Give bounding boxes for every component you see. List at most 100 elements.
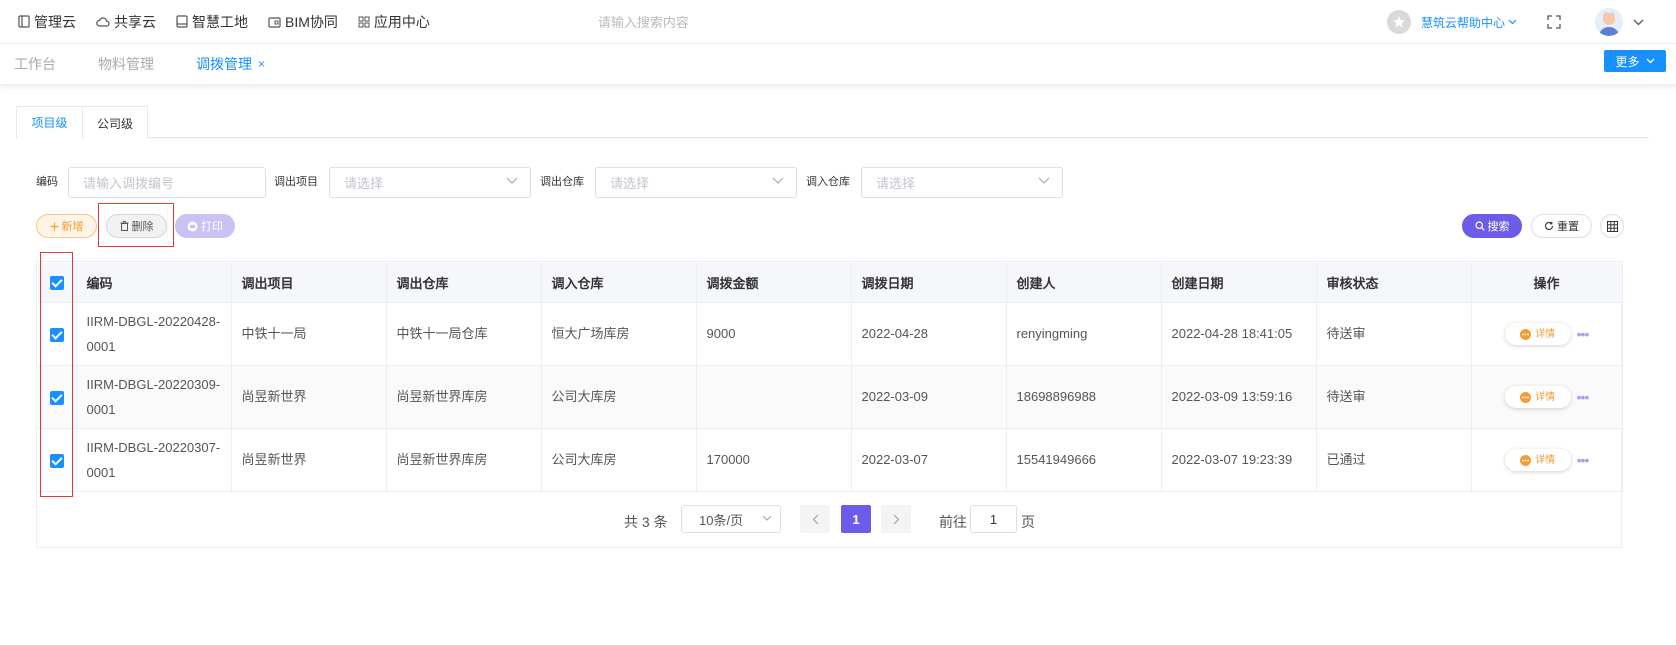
cell-in-warehouse: 公司大库房: [541, 365, 697, 429]
code-filter-input[interactable]: 请输入调拨编号: [68, 167, 266, 198]
cell-status: 已通过: [1316, 428, 1472, 492]
more-button-label: 更多: [1615, 54, 1640, 69]
next-page-button[interactable]: [881, 505, 911, 533]
cell-creator: renyingming: [1006, 302, 1162, 366]
cell-actions: 详情 •••: [1471, 302, 1623, 366]
code-filter-label: 编码: [36, 176, 58, 188]
chevron-left-icon: [812, 514, 819, 525]
add-button[interactable]: 新增: [36, 214, 97, 238]
page-tabs-bar: 工作台 物料管理 调拨管理 × 更多: [0, 44, 1676, 84]
tab-workbench[interactable]: 工作台: [14, 54, 56, 74]
cell-date: 2022-03-07: [851, 428, 1007, 492]
page-number-current[interactable]: 1: [841, 505, 871, 533]
tab-company-level[interactable]: 公司级: [82, 106, 148, 139]
nav-item-smart-site[interactable]: 智慧工地: [176, 12, 248, 32]
close-icon[interactable]: ×: [258, 57, 265, 71]
more-button[interactable]: 更多: [1604, 50, 1666, 72]
column-header-date: 调拨日期: [851, 263, 1007, 303]
column-settings-icon[interactable]: [1600, 214, 1624, 238]
search-button[interactable]: 搜索: [1462, 214, 1522, 238]
cell-date: 2022-03-09: [851, 365, 1007, 429]
cell-out-warehouse: 尚昱新世界库房: [386, 428, 542, 492]
column-header-out-project: 调出项目: [231, 263, 387, 303]
detail-button[interactable]: 详情: [1504, 386, 1571, 409]
nav-item-label: BIM协同: [285, 13, 338, 30]
search-icon: [1474, 221, 1485, 231]
printer-icon: [187, 221, 198, 232]
more-actions-icon[interactable]: •••: [1577, 322, 1590, 347]
print-button-label: 打印: [201, 221, 223, 233]
detail-button[interactable]: 详情: [1504, 323, 1571, 346]
cell-out-warehouse: 尚昱新世界库房: [386, 365, 542, 429]
chevron-down-icon: [762, 515, 772, 522]
tab-transfer-management[interactable]: 调拨管理: [196, 54, 252, 74]
cell-created: 2022-03-07 19:23:39: [1161, 428, 1317, 492]
book-icon: [18, 15, 30, 28]
user-avatar[interactable]: [1595, 8, 1623, 36]
more-circle-icon: [1520, 328, 1532, 340]
cell-actions: 详情 •••: [1471, 365, 1623, 429]
out-project-select[interactable]: 请选择: [329, 167, 531, 198]
help-center-link[interactable]: 慧筑云帮助中心: [1421, 14, 1517, 31]
cell-code: IIRM-DBGL-20220307-0001: [76, 428, 232, 492]
nav-item-management-cloud[interactable]: 管理云: [18, 12, 76, 32]
cell-out-project: 中铁十一局: [231, 302, 387, 366]
top-nav: 管理云 共享云 智慧工地 BIM协同 应用中心: [18, 12, 450, 32]
column-header-created: 创建日期: [1161, 263, 1317, 303]
nav-item-label: 共享云: [114, 13, 156, 30]
tab-project-level[interactable]: 项目级: [16, 106, 83, 139]
cell-out-warehouse: 中铁十一局仓库: [386, 302, 542, 366]
chevron-down-icon: [772, 177, 784, 185]
print-button[interactable]: 打印: [175, 214, 235, 238]
detail-button-label: 详情: [1535, 391, 1556, 403]
nav-item-share-cloud[interactable]: 共享云: [96, 12, 156, 32]
cell-date: 2022-04-28: [851, 302, 1007, 366]
goto-label: 前往: [939, 514, 967, 530]
help-center-label: 慧筑云帮助中心: [1420, 15, 1505, 30]
out-warehouse-select[interactable]: 请选择: [595, 167, 797, 198]
cloud-icon: [96, 16, 110, 28]
level-tabs: 项目级 公司级: [16, 106, 1649, 139]
cell-out-project: 尚昱新世界: [231, 365, 387, 429]
nav-item-bim[interactable]: BIM协同: [268, 12, 338, 32]
table-row: IIRM-DBGL-20220307-0001 尚昱新世界 尚昱新世界库房 公司…: [38, 428, 1623, 492]
chevron-down-icon[interactable]: [1633, 19, 1644, 26]
more-actions-icon[interactable]: •••: [1577, 448, 1590, 473]
cell-created: 2022-03-09 13:59:16: [1161, 365, 1317, 429]
column-header-code: 编码: [76, 263, 232, 303]
search-button-label: 搜索: [1487, 221, 1510, 233]
in-warehouse-filter-label: 调入仓库: [806, 176, 850, 188]
add-button-label: 新增: [61, 221, 84, 233]
goto-page-input[interactable]: 1: [970, 505, 1017, 533]
cell-code: IIRM-DBGL-20220428-0001: [76, 302, 232, 366]
prev-page-button[interactable]: [800, 505, 830, 533]
cell-status: 待送审: [1316, 365, 1472, 429]
fullscreen-icon[interactable]: [1547, 15, 1561, 29]
cell-amount: 9000: [696, 302, 852, 366]
plus-icon: [50, 222, 59, 231]
page-suffix-label: 页: [1021, 514, 1035, 530]
out-project-filter-label: 调出项目: [274, 176, 318, 188]
cell-amount: [696, 365, 852, 429]
reset-button[interactable]: 重置: [1531, 214, 1592, 238]
table-header-row: 编码 调出项目 调出仓库 调入仓库 调拨金额 调拨日期 创建人 创建日期 审核状…: [38, 263, 1623, 303]
nav-item-app-center[interactable]: 应用中心: [358, 12, 430, 32]
cell-creator: 18698896988: [1006, 365, 1162, 429]
column-header-amount: 调拨金额: [696, 263, 852, 303]
tab-material-management[interactable]: 物料管理: [98, 54, 154, 74]
delete-highlight-box: [98, 203, 174, 247]
top-right-area: 慧筑云帮助中心: [1386, 0, 1676, 44]
book-icon: [176, 15, 188, 28]
nav-item-label: 应用中心: [373, 13, 430, 30]
page-size-select[interactable]: 10条/页: [681, 505, 781, 533]
reset-button-label: 重置: [1557, 221, 1579, 233]
global-search-input[interactable]: 请输入搜索内容: [598, 12, 689, 31]
detail-button[interactable]: 详情: [1504, 449, 1571, 472]
cell-actions: 详情 •••: [1471, 428, 1623, 492]
in-warehouse-select[interactable]: 请选择: [861, 167, 1063, 198]
cell-amount: 170000: [696, 428, 852, 492]
column-header-in-warehouse: 调入仓库: [541, 263, 697, 303]
more-actions-icon[interactable]: •••: [1577, 385, 1590, 410]
top-bar: 管理云 共享云 智慧工地 BIM协同 应用中心 请输入搜索内容 慧筑云帮助中心: [0, 0, 1676, 44]
column-header-out-warehouse: 调出仓库: [386, 263, 542, 303]
